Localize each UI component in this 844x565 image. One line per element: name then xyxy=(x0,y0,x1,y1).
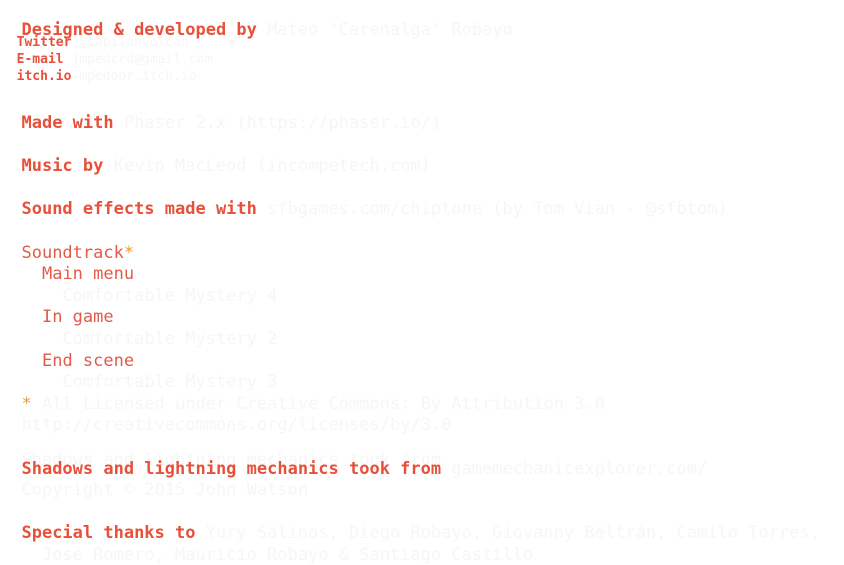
credit-made-with-label: Made with xyxy=(21,113,114,133)
credit-designed-value: Mateo 'Carenalga' Robayo xyxy=(256,20,513,40)
credit-shadows-value: gamemechanicexplorer.com/ xyxy=(441,459,708,479)
credit-thanks-row-2: José Romero, Mauricio Robayo & Santiago … xyxy=(1,525,533,565)
credit-copyright-row: Copyright © 2015 John Watson xyxy=(1,460,308,500)
credit-made-with-value: Phaser 2.x (https://phaser.io/) xyxy=(113,113,442,133)
license-url-row: http://creativecommons.org/licenses/by/3… xyxy=(1,395,451,435)
credit-thanks-value-2: José Romero, Mauricio Robayo & Santiago … xyxy=(21,545,534,565)
credit-music-row: Music by Kevin MacLeod (incompetech.com) xyxy=(1,136,431,176)
credit-made-with-row: Made with Phaser 2.x (https://phaser.io/… xyxy=(1,93,441,133)
credit-itch-value: mpedoor.itch.io xyxy=(71,69,197,84)
credit-sound-effects-row: Sound effects made with sfbgames.com/chi… xyxy=(1,179,728,219)
credit-copyright-text: Copyright © 2015 John Watson xyxy=(21,480,309,500)
credit-music-label: Music by xyxy=(21,156,104,176)
credit-itch-row: itch.io mpedoor.itch.io xyxy=(1,53,197,85)
credit-itch-label: itch.io xyxy=(16,69,72,84)
credit-sound-effects-label: Sound effects made with xyxy=(21,199,257,219)
credit-music-value: Kevin MacLeod (incompetech.com) xyxy=(103,156,431,176)
credit-sound-effects-value: sfbgames.com/chiptone (by Tom Vian - @sf… xyxy=(256,199,728,219)
